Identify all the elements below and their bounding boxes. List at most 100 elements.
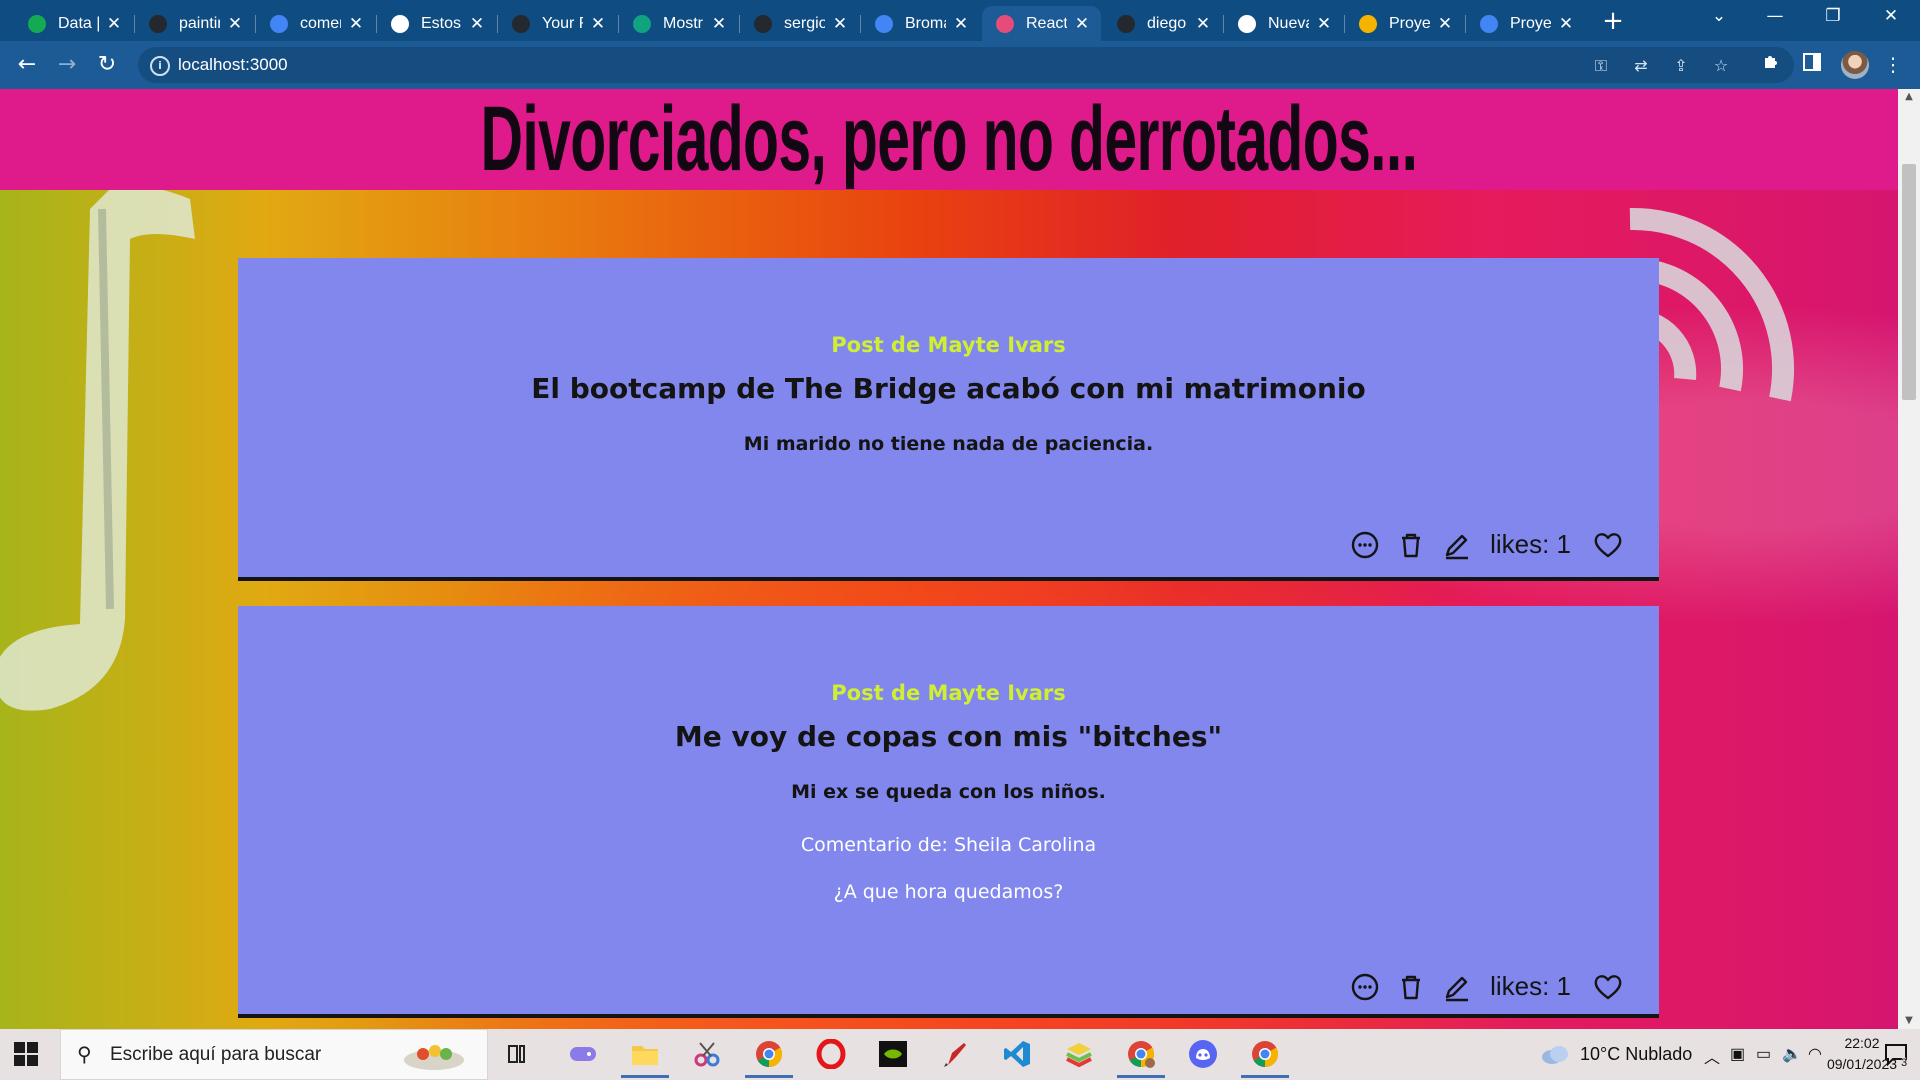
github-icon (149, 14, 167, 33)
tab-title: Mostr (663, 14, 703, 32)
likes-count: likes: 1 (1490, 529, 1571, 559)
post-card: Post de Mayte Ivars El bootcamp de The B… (238, 258, 1659, 577)
side-panel-icon[interactable] (1799, 51, 1825, 79)
comment-author: Comentario de: Sheila Carolina (800, 834, 1097, 856)
discord-icon[interactable] (1185, 1037, 1221, 1071)
scroll-down-arrow-icon[interactable]: ▼ (1898, 1013, 1920, 1029)
bluestacks-icon[interactable] (1061, 1037, 1097, 1071)
github-icon (512, 14, 530, 33)
browser-tab[interactable]: Proye ✕ (1466, 6, 1585, 41)
trash-icon[interactable] (1396, 972, 1426, 1002)
browser-tab[interactable]: Estos ✕ (377, 6, 496, 41)
close-tab-icon[interactable]: ✕ (589, 14, 607, 34)
new-tab-button[interactable]: + (1599, 8, 1627, 36)
chrome-profile-icon[interactable] (1117, 1037, 1165, 1078)
forward-button[interactable]: → (52, 50, 82, 80)
scroll-up-arrow-icon[interactable]: ▲ (1898, 89, 1920, 105)
close-tab-icon[interactable]: ✕ (1073, 14, 1091, 34)
vscode-icon[interactable] (999, 1037, 1035, 1071)
close-tab-icon[interactable]: ✕ (1436, 14, 1454, 34)
wifi-icon[interactable]: ◠ (1808, 1044, 1822, 1064)
close-tab-icon[interactable]: ✕ (710, 14, 728, 34)
volume-icon[interactable]: 🔈 (1782, 1044, 1802, 1064)
profile-avatar[interactable] (1841, 51, 1869, 79)
gamepad-app-icon[interactable] (565, 1037, 601, 1071)
tab-title: Data | (58, 14, 99, 32)
chrome-icon[interactable] (745, 1037, 793, 1078)
show-hidden-icons-chevron-icon[interactable]: ︿ (1704, 1044, 1720, 1068)
post-title: El bootcamp de The Bridge acabó con mi m… (531, 372, 1366, 405)
close-tab-icon[interactable]: ✕ (105, 14, 123, 34)
browser-tab[interactable]: Mostr ✕ (619, 6, 738, 41)
docs-icon (1480, 14, 1498, 33)
browser-tab[interactable]: sergio ✕ (740, 6, 859, 41)
comment-icon[interactable] (1350, 972, 1380, 1002)
heart-like-icon[interactable] (1593, 531, 1623, 559)
taskbar-search-box[interactable]: ⚲ Escribe aquí para buscar (60, 1029, 488, 1080)
nvidia-icon[interactable] (875, 1037, 911, 1071)
opera-icon[interactable] (813, 1037, 849, 1071)
browser-tab[interactable]: Proye ✕ (1345, 6, 1464, 41)
site-info-icon[interactable]: i (150, 56, 170, 76)
react-app-icon (996, 14, 1014, 33)
meet-now-icon[interactable]: ▣ (1730, 1044, 1745, 1064)
tab-title: Broma (905, 14, 946, 32)
close-tab-icon[interactable]: ✕ (1315, 14, 1333, 34)
browser-menu-icon[interactable]: ⋮ (1880, 51, 1906, 79)
browser-tab[interactable]: Data | ✕ (14, 6, 133, 41)
comment-text: ¿A que hora quedamos? (833, 881, 1064, 903)
password-key-icon[interactable]: ⚿ (1590, 56, 1612, 76)
close-tab-icon[interactable]: ✕ (347, 14, 365, 34)
share-icon[interactable]: ⇪ (1670, 56, 1692, 76)
close-tab-icon[interactable]: ✕ (1557, 14, 1575, 34)
openai-icon (633, 14, 651, 33)
task-view-icon[interactable] (501, 1037, 537, 1071)
tab-title: diego (1147, 14, 1187, 32)
cloud-weather-icon[interactable] (1540, 1043, 1570, 1065)
reload-button[interactable]: ↻ (92, 50, 122, 80)
browser-tab[interactable]: Nueva ✕ (1224, 6, 1343, 41)
close-window-button[interactable]: ✕ (1868, 6, 1914, 34)
close-tab-icon[interactable]: ✕ (952, 14, 970, 34)
edit-pencil-icon[interactable] (1442, 530, 1472, 560)
snipping-tool-icon[interactable] (689, 1037, 725, 1071)
site-banner: Divorciados, pero no derrotados... (0, 89, 1898, 190)
browser-tab[interactable]: Broma ✕ (861, 6, 980, 41)
weather-text[interactable]: 10°C Nublado (1580, 1044, 1692, 1065)
classroom-icon (1359, 14, 1377, 33)
windows-start-icon[interactable] (14, 1042, 38, 1066)
paint-brush-app-icon[interactable] (937, 1037, 973, 1071)
battery-icon[interactable]: ▭ (1756, 1044, 1771, 1064)
browser-tab[interactable]: Your R ✕ (498, 6, 617, 41)
file-explorer-icon[interactable] (621, 1037, 669, 1078)
close-tab-icon[interactable]: ✕ (468, 14, 486, 34)
minimize-button[interactable]: — (1752, 6, 1798, 34)
search-placeholder[interactable]: Escribe aquí para buscar (110, 1044, 321, 1066)
browser-tab[interactable]: diego ✕ (1103, 6, 1222, 41)
close-tab-icon[interactable]: ✕ (831, 14, 849, 34)
address-url[interactable]: localhost:3000 (178, 55, 288, 75)
tab-search-icon[interactable]: ⌄ (1696, 6, 1742, 34)
browser-tab[interactable]: React ✕ (982, 6, 1101, 41)
browser-tab[interactable]: comen ✕ (256, 6, 375, 41)
site-title: Divorciados, pero no derrotados... (480, 89, 1418, 190)
close-tab-icon[interactable]: ✕ (1194, 14, 1212, 34)
trash-icon[interactable] (1396, 530, 1426, 560)
heart-like-icon[interactable] (1593, 973, 1623, 1001)
bookmark-star-icon[interactable]: ☆ (1710, 56, 1732, 76)
extensions-puzzle-icon[interactable] (1759, 51, 1785, 79)
post-actions: likes: 1 (1350, 529, 1623, 560)
browser-tab[interactable]: paintin ✕ (135, 6, 254, 41)
edit-pencil-icon[interactable] (1442, 972, 1472, 1002)
windows-taskbar: ⚲ Escribe aquí para buscar 10°C Nublado … (0, 1029, 1920, 1080)
translate-icon[interactable]: ⇄ (1630, 56, 1652, 76)
address-bar[interactable]: i localhost:3000 ⚿ ⇄ ⇪ ☆ (138, 47, 1794, 83)
close-tab-icon[interactable]: ✕ (226, 14, 244, 34)
post-title: Me voy de copas con mis "bitches" (674, 720, 1223, 753)
comment-icon[interactable] (1350, 530, 1380, 560)
back-button[interactable]: ← (12, 50, 42, 80)
chrome-icon[interactable] (1241, 1037, 1289, 1078)
restore-button[interactable]: ❐ (1810, 6, 1856, 34)
scrollbar-thumb[interactable] (1902, 164, 1916, 400)
page-scrollbar[interactable]: ▲ ▼ (1898, 89, 1920, 1029)
